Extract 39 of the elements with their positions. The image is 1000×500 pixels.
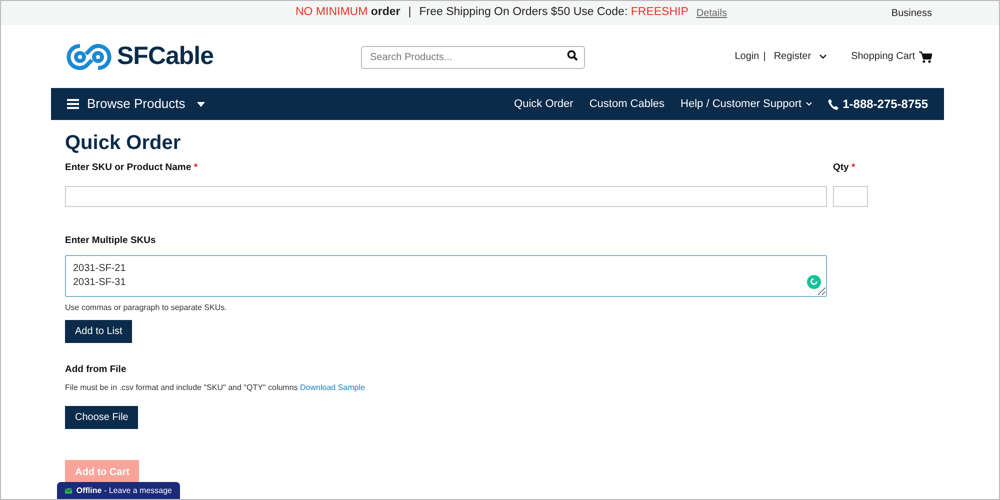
separator: | — [763, 50, 766, 64]
separator: | — [408, 5, 412, 20]
mail-icon — [65, 487, 72, 495]
help-text: Use commas or paragraph to separate SKUs. — [65, 302, 228, 314]
nav-link[interactable]: Quick Order — [514, 96, 574, 112]
qty-input[interactable] — [833, 186, 868, 208]
search-field[interactable]: Search Products... — [361, 46, 585, 69]
download-sample-link[interactable]: Download Sample — [300, 382, 365, 392]
business-link[interactable]: Business — [891, 6, 932, 20]
shopping-cart-link[interactable]: Shopping Cart — [851, 49, 915, 64]
section-heading: Add from File — [65, 362, 128, 376]
multiple-sku-textarea[interactable]: 2031-SF-21 2031-SF-31 — [65, 254, 827, 296]
details-link[interactable]: Details — [696, 6, 727, 20]
login-link[interactable]: Login — [734, 49, 760, 64]
promo-text: Free Shipping On Orders $50 Use Code: FREESHIP — [419, 5, 688, 20]
nav-link[interactable]: Help / Customer Support — [680, 96, 812, 112]
field-label: Enter SKU or Product Name * — [65, 161, 199, 175]
sku-input[interactable] — [65, 186, 827, 208]
status-icon — [807, 274, 821, 288]
add-to-list-button[interactable]: Add to List — [65, 320, 132, 342]
browse-products-button[interactable]: Browse Products — [67, 94, 206, 114]
field-label: Qty * — [833, 161, 856, 175]
field-label: Enter Multiple SKUs — [65, 234, 157, 248]
page-title: Quick Order — [65, 131, 182, 155]
logo-text: SFCable — [117, 40, 214, 72]
phone-number[interactable]: 1-888-275-8755 — [842, 95, 928, 113]
chat-widget[interactable]: Offline - Leave a message — [57, 482, 180, 499]
phone-icon — [828, 98, 839, 110]
choose-file-button[interactable]: Choose File — [65, 406, 138, 429]
register-link[interactable]: Register — [774, 49, 812, 64]
caret-icon — [197, 102, 206, 106]
search-icon — [567, 50, 578, 61]
chevron-icon — [819, 54, 828, 60]
cart-icon — [919, 50, 932, 62]
help-text: File must be in .csv format and include "SKU" and "QTY" columns — [65, 382, 298, 392]
promo-text: NO MINIMUM order — [295, 5, 400, 20]
nav-link[interactable]: Custom Cables — [589, 96, 665, 112]
logo-icon — [65, 42, 113, 72]
menu-icon — [67, 99, 79, 109]
